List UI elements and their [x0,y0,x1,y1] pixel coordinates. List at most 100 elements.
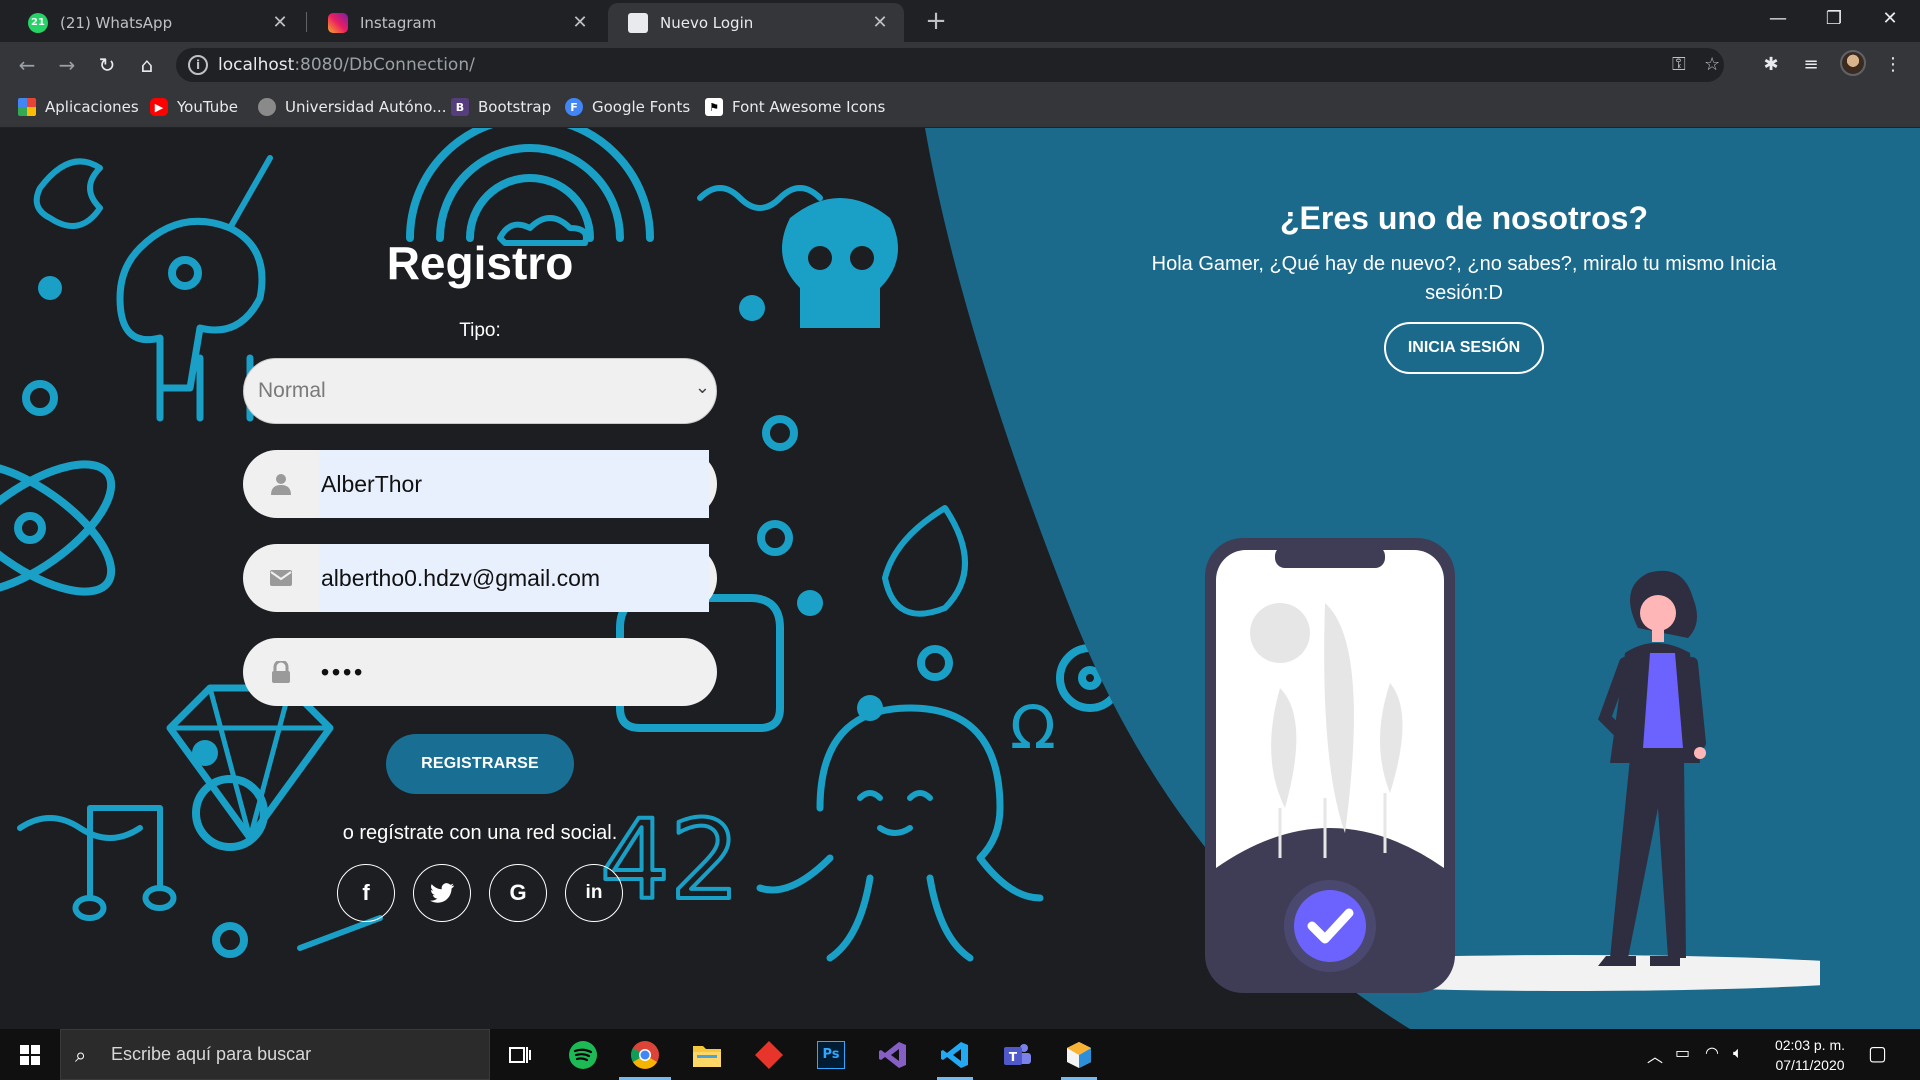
bookmark-star-icon[interactable]: ☆ [1704,54,1720,75]
close-tab-icon[interactable]: ✕ [570,12,590,33]
new-tab-icon[interactable]: + [920,6,952,38]
windows-start-icon[interactable] [0,1029,60,1080]
clock-time: 02:03 p. m. [1774,1037,1846,1053]
username-field[interactable]: AlberThor [243,450,717,518]
tab-title: (21) WhatsApp [60,13,173,32]
lock-icon [269,660,293,684]
clock-date: 07/11/2020 [1775,1057,1845,1073]
font-awesome-flag-icon: ⚑ [705,98,723,116]
tipo-select[interactable]: Normal ⌄ [243,358,717,424]
bookmark-apps[interactable]: Aplicaciones [18,98,139,116]
address-bar[interactable]: i localhost:8080/DbConnection/ ⚿ ☆ [176,48,1724,82]
reload-icon[interactable]: ↻ [92,50,122,80]
google-glyph: G [509,880,527,905]
bookmarks-bar: Aplicaciones ▶ YouTube Universidad Autón… [0,88,1920,128]
password-field[interactable]: •••• [243,638,717,706]
username-input[interactable]: AlberThor [319,450,709,518]
visual-studio-icon[interactable] [863,1029,923,1080]
profile-avatar[interactable] [1840,50,1866,76]
bookmark-universidad[interactable]: Universidad Autóno... [258,98,446,116]
linkedin-glyph: in [585,882,603,903]
bookmark-bootstrap[interactable]: B Bootstrap [451,98,551,116]
red-diamond-app-icon[interactable] [739,1029,799,1080]
bookmark-label: Font Awesome Icons [732,98,886,116]
apps-grid-icon [18,98,36,116]
tab-whatsapp[interactable]: 21 (21) WhatsApp ✕ [8,3,304,42]
wifi-icon[interactable]: ◠ [1705,1043,1719,1062]
notifications-icon[interactable]: ▢ [1868,1041,1887,1065]
page-favicon-icon [628,12,648,33]
home-icon[interactable]: ⌂ [132,50,162,80]
twitter-icon[interactable]: t [413,864,471,922]
bookmark-font-awesome[interactable]: ⚑ Font Awesome Icons [705,98,885,116]
chevron-down-icon: ⌄ [694,377,710,398]
form-title: Registro [386,237,574,289]
bookmark-label: Bootstrap [478,98,552,116]
google-fonts-icon: F [565,98,583,116]
email-field[interactable]: albertho0.hdzv@gmail.com [243,544,717,612]
phone-verification-illustration [1205,538,1820,993]
bookmark-youtube[interactable]: ▶ YouTube [150,98,238,116]
checkmark-badge [1294,890,1366,962]
bookmark-google-fonts[interactable]: F Google Fonts [565,98,690,116]
user-icon [269,472,293,496]
register-button[interactable]: REGISTRARSE [386,734,574,794]
volume-icon[interactable]: 🔈︎ [1733,1043,1743,1063]
teams-icon[interactable]: T [987,1029,1047,1080]
tab-instagram[interactable]: Instagram ✕ [308,3,604,42]
url-path: :8080/DbConnection/ [294,55,475,75]
tipo-selected-value: Normal [258,379,326,402]
woman-figure-illustration [1598,570,1706,966]
facebook-glyph: f [362,880,370,905]
bookmark-label: Google Fonts [592,98,691,116]
browser-toolbar: ← → ↻ ⌂ i localhost:8080/DbConnection/ ⚿… [0,42,1920,88]
media-queue-icon[interactable]: ≡ [1796,50,1826,80]
linkedin-icon[interactable]: in [565,864,623,922]
menu-kebab-icon[interactable]: ⋮ [1878,50,1908,80]
chrome-icon[interactable] [615,1029,675,1080]
university-seal-icon [258,98,276,116]
url-text[interactable]: localhost:8080/DbConnection/ [218,55,475,75]
cube-app-icon[interactable] [1049,1029,1109,1080]
facebook-icon[interactable]: f [337,864,395,922]
forward-icon[interactable]: → [52,50,82,80]
google-icon[interactable]: G [489,864,547,922]
photoshop-icon[interactable]: Ps [801,1029,861,1080]
spotify-icon[interactable] [553,1029,613,1080]
back-icon[interactable]: ← [12,50,42,80]
youtube-icon: ▶ [150,98,168,116]
close-tab-icon[interactable]: ✕ [270,12,290,33]
tipo-label: Tipo: [459,320,501,341]
password-input[interactable]: •••• [319,638,709,706]
login-button[interactable]: INICIA SESIÓN [1384,322,1544,374]
battery-icon[interactable]: ▭ [1675,1043,1690,1062]
restore-icon[interactable]: ❐ [1806,0,1862,40]
extensions-icon[interactable]: ✱ [1756,50,1786,80]
bookmark-label: Aplicaciones [45,98,139,116]
close-tab-icon[interactable]: ✕ [870,12,890,33]
key-icon[interactable]: ⚿ [1672,54,1686,75]
email-input[interactable]: albertho0.hdzv@gmail.com [319,544,709,612]
vscode-icon[interactable] [925,1029,985,1080]
taskbar-clock[interactable]: 02:03 p. m. 07/11/2020 [1760,1035,1860,1075]
taskbar-search[interactable]: ⌕ Escribe aquí para buscar [60,1029,490,1080]
cta-title: ¿Eres uno de nosotros? [1279,200,1649,236]
taskbar-search-placeholder: Escribe aquí para buscar [111,1044,312,1064]
smartphone-illustration [1205,538,1455,993]
bookmark-label: Universidad Autóno... [285,98,447,116]
file-explorer-icon[interactable] [677,1029,737,1080]
task-view-icon[interactable] [490,1029,550,1080]
bootstrap-icon: B [451,98,469,116]
site-info-icon[interactable]: i [188,55,208,75]
minimize-icon[interactable]: — [1750,0,1806,40]
twitter-bird-glyph [430,883,454,903]
tab-nuevo-login[interactable]: Nuevo Login ✕ [608,3,904,42]
envelope-icon [269,566,293,590]
whatsapp-icon: 21 [28,12,48,33]
instagram-icon [328,12,348,33]
chevron-up-icon[interactable]: ︿ [1647,1043,1663,1067]
tab-title: Nuevo Login [660,13,754,32]
close-window-icon[interactable]: ✕ [1862,0,1918,40]
url-host: localhost [218,55,295,75]
browser-tab-strip: 21 (21) WhatsApp ✕ Instagram ✕ Nuevo Log… [0,0,1920,42]
